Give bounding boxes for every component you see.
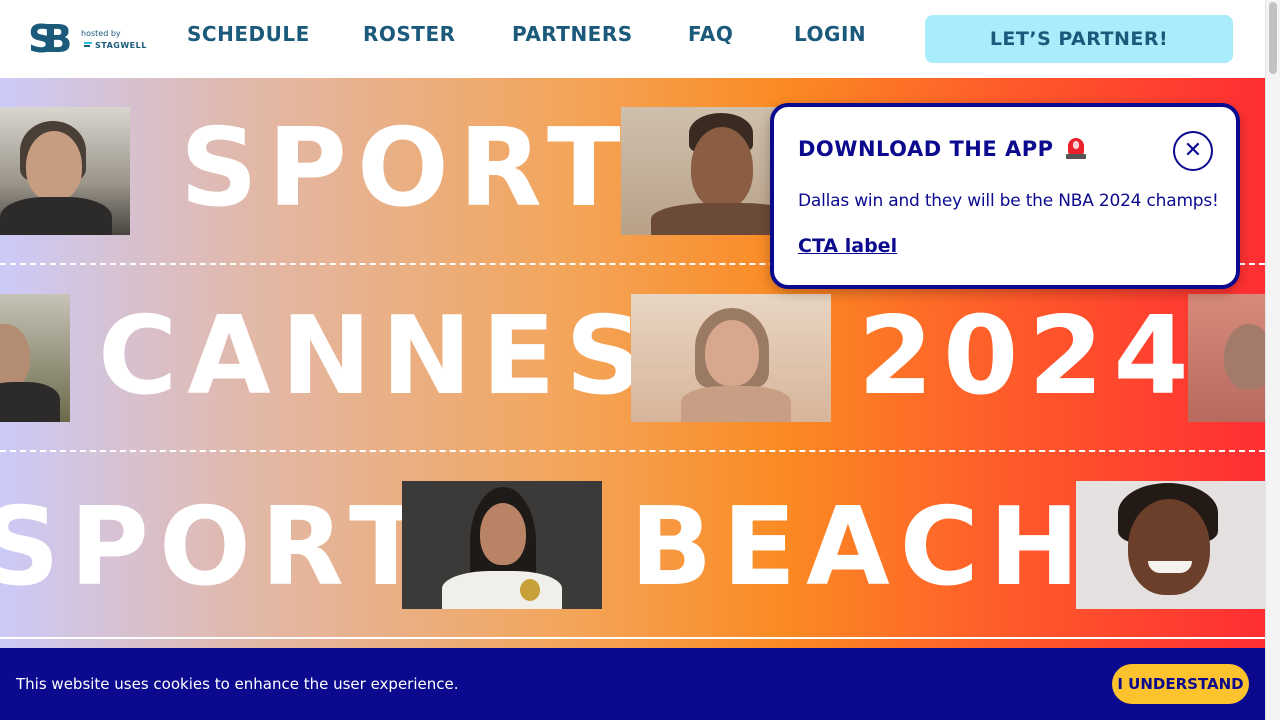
logo-host-name: STAGWELL bbox=[95, 41, 147, 50]
roster-photo bbox=[631, 294, 831, 422]
popup-message: Dallas win and they will be the NBA 2024… bbox=[798, 191, 1219, 211]
nav-login[interactable]: LOGIN bbox=[794, 22, 866, 52]
roster-photo bbox=[0, 107, 130, 235]
site-header: SB hosted by STAGWELL SCHEDULE ROSTER PA… bbox=[0, 0, 1265, 78]
nav-roster[interactable]: ROSTER bbox=[363, 22, 456, 52]
scrollbar-thumb[interactable] bbox=[1269, 2, 1277, 74]
roster-photo bbox=[1076, 481, 1265, 609]
download-app-popup: DOWNLOAD THE APP ✕ Dallas win and they w… bbox=[770, 103, 1240, 289]
cookie-message: This website uses cookies to enhance the… bbox=[16, 675, 459, 693]
siren-icon bbox=[1066, 138, 1086, 160]
logo-hosted-by: hosted by bbox=[81, 29, 121, 38]
nav-schedule[interactable]: SCHEDULE bbox=[187, 22, 310, 52]
roster-photo bbox=[402, 481, 602, 609]
hero-word: 2024 bbox=[858, 294, 1199, 419]
popup-cta-link[interactable]: CTA label bbox=[798, 235, 897, 257]
dashed-divider bbox=[0, 450, 1265, 452]
popup-title: DOWNLOAD THE APP bbox=[798, 137, 1054, 161]
page-scrollbar[interactable] bbox=[1265, 0, 1280, 720]
solid-divider bbox=[0, 637, 1265, 639]
logo-mark: SB bbox=[28, 17, 72, 61]
lets-partner-button[interactable]: LET’S PARTNER! bbox=[925, 15, 1233, 63]
hero-word: CANNES bbox=[98, 294, 654, 419]
close-icon[interactable]: ✕ bbox=[1173, 131, 1213, 171]
nav-partners[interactable]: PARTNERS bbox=[512, 22, 633, 52]
cookie-banner: This website uses cookies to enhance the… bbox=[0, 648, 1265, 720]
accept-cookies-button[interactable]: I UNDERSTAND bbox=[1112, 664, 1249, 704]
hero-word: BEACH bbox=[630, 485, 1090, 610]
roster-photo bbox=[1188, 294, 1265, 422]
sport-beach-logo[interactable]: SB hosted by STAGWELL bbox=[28, 16, 148, 64]
nav-faq[interactable]: FAQ bbox=[688, 22, 733, 52]
roster-photo bbox=[0, 294, 70, 422]
hero-word: SPORT bbox=[180, 106, 631, 231]
hero-word: SPORT bbox=[0, 485, 433, 610]
